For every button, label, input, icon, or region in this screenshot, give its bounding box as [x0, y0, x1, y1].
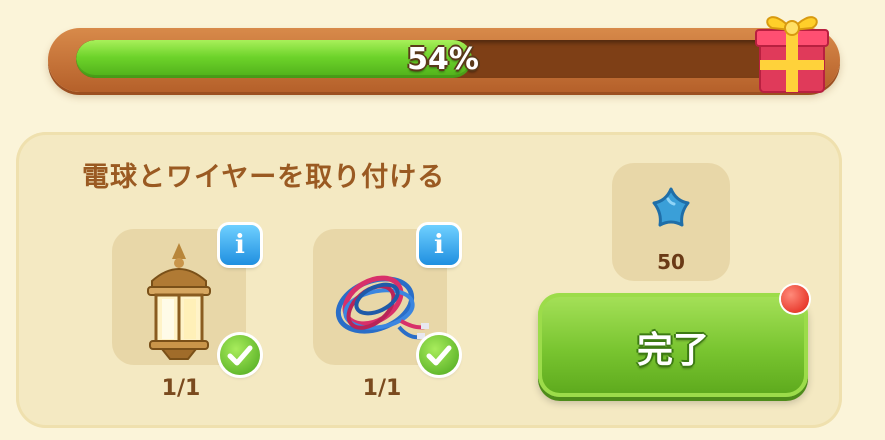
progress-bar: 54%	[48, 28, 840, 92]
progress-label: 54%	[407, 42, 479, 77]
gift-box-icon[interactable]	[750, 0, 832, 96]
reward-amount: 50	[657, 250, 685, 274]
complete-button[interactable]: 完了	[538, 293, 808, 397]
progress-track: 54%	[76, 40, 810, 78]
checkmark-icon	[419, 335, 459, 375]
info-button-lantern[interactable]: i	[220, 225, 260, 265]
complete-button-label: 完了	[636, 330, 709, 371]
checkmark-icon	[220, 335, 260, 375]
info-button-wire[interactable]: i	[419, 225, 459, 265]
notification-dot	[781, 285, 809, 313]
item-count: 1/1	[161, 376, 201, 401]
item-count: 1/1	[362, 376, 402, 401]
star-icon	[652, 187, 690, 227]
task-title: 電球とワイヤーを取り付ける	[82, 162, 446, 193]
